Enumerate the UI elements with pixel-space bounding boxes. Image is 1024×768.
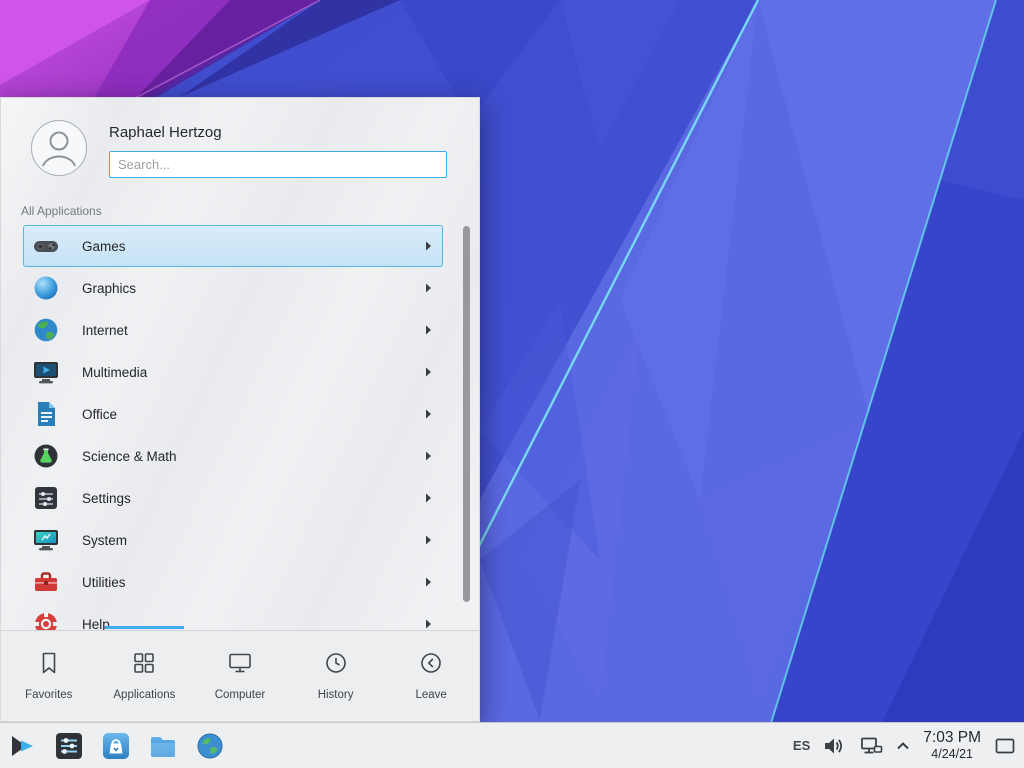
show-desktop-icon[interactable] <box>994 735 1016 757</box>
document-icon <box>32 400 60 428</box>
file-manager-button[interactable] <box>147 730 179 762</box>
avatar[interactable] <box>31 120 87 176</box>
tab-leave[interactable]: Leave <box>383 631 479 721</box>
menu-item-label: Multimedia <box>82 365 147 380</box>
gamepad-icon <box>32 232 60 260</box>
menu-item-label: Utilities <box>82 575 126 590</box>
system-tray: ES <box>793 729 1016 762</box>
browser-globe-icon <box>195 731 225 761</box>
settings-app-icon <box>54 731 84 761</box>
menu-item-system[interactable]: System <box>23 519 443 561</box>
desktop: Raphael Hertzog All Applications <box>0 0 1024 768</box>
menu-item-graphics[interactable]: Graphics <box>23 267 443 309</box>
menu-item-science-math[interactable]: Science & Math <box>23 435 443 477</box>
folder-icon <box>148 731 178 761</box>
submenu-arrow-icon <box>424 576 432 588</box>
menu-item-utilities[interactable]: Utilities <box>23 561 443 603</box>
menu-item-office[interactable]: Office <box>23 393 443 435</box>
search-input[interactable] <box>109 151 447 178</box>
user-icon <box>32 121 86 175</box>
volume-icon[interactable] <box>823 734 847 758</box>
submenu-arrow-icon <box>424 618 432 630</box>
digital-clock[interactable]: 7:03 PM 4/24/21 <box>923 729 981 762</box>
expand-tray-icon[interactable] <box>896 741 910 751</box>
tab-label: History <box>318 689 354 701</box>
launcher-tab-bar: Favorites Applications <box>1 630 479 721</box>
tab-label: Applications <box>113 689 175 701</box>
submenu-arrow-icon <box>424 534 432 546</box>
multimedia-monitor-icon <box>32 358 60 386</box>
menu-item-label: Science & Math <box>82 449 177 464</box>
submenu-arrow-icon <box>424 240 432 252</box>
settings-sliders-icon <box>32 484 60 512</box>
system-settings-button[interactable] <box>53 730 85 762</box>
menu-item-internet[interactable]: Internet <box>23 309 443 351</box>
submenu-arrow-icon <box>424 492 432 504</box>
tab-label: Favorites <box>25 689 72 701</box>
tab-computer[interactable]: Computer <box>192 631 288 721</box>
computer-icon <box>227 651 253 680</box>
tab-applications[interactable]: Applications <box>97 631 193 721</box>
submenu-arrow-icon <box>424 324 432 336</box>
launcher-header: Raphael Hertzog <box>1 98 479 178</box>
menu-item-label: Internet <box>82 323 128 338</box>
menu-item-settings[interactable]: Settings <box>23 477 443 519</box>
submenu-arrow-icon <box>424 408 432 420</box>
flask-icon <box>32 442 60 470</box>
tab-favorites[interactable]: Favorites <box>1 631 97 721</box>
clock-icon <box>324 651 348 680</box>
clock-date: 4/24/21 <box>923 747 981 762</box>
taskbar: ES <box>0 722 1024 768</box>
submenu-arrow-icon <box>424 450 432 462</box>
menu-item-multimedia[interactable]: Multimedia <box>23 351 443 393</box>
tab-label: Computer <box>215 689 266 701</box>
system-monitor-icon <box>32 526 60 554</box>
menu-item-games[interactable]: Games <box>23 225 443 267</box>
section-label: All Applications <box>21 204 479 218</box>
keyboard-layout-indicator[interactable]: ES <box>793 738 810 753</box>
menu-item-label: Games <box>82 239 126 254</box>
menu-item-label: Settings <box>82 491 131 506</box>
menu-item-label: Office <box>82 407 117 422</box>
submenu-arrow-icon <box>424 282 432 294</box>
submenu-arrow-icon <box>424 366 432 378</box>
application-launcher-popup: Raphael Hertzog All Applications <box>0 97 480 722</box>
leave-icon <box>419 651 443 680</box>
menu-item-help[interactable]: Help <box>23 603 443 631</box>
bookmark-icon <box>37 651 61 680</box>
web-browser-button[interactable] <box>194 730 226 762</box>
globe-icon <box>32 316 60 344</box>
application-category-list: Games Graphics <box>1 225 479 631</box>
scrollbar[interactable] <box>463 226 470 602</box>
discover-button[interactable] <box>100 730 132 762</box>
user-name: Raphael Hertzog <box>109 124 447 141</box>
clock-time: 7:03 PM <box>923 729 981 747</box>
application-launcher-button[interactable] <box>6 730 38 762</box>
toolbox-icon <box>32 568 60 596</box>
network-icon[interactable] <box>860 735 883 757</box>
menu-item-label: Graphics <box>82 281 136 296</box>
discover-icon <box>101 731 131 761</box>
menu-item-label: System <box>82 533 127 548</box>
graphics-sphere-icon <box>32 274 60 302</box>
taskbar-launchers <box>6 730 226 762</box>
lifebuoy-icon <box>32 610 60 631</box>
grid-icon <box>132 651 156 680</box>
tab-label: Leave <box>416 689 447 701</box>
tab-history[interactable]: History <box>288 631 384 721</box>
kickoff-icon <box>7 731 37 761</box>
